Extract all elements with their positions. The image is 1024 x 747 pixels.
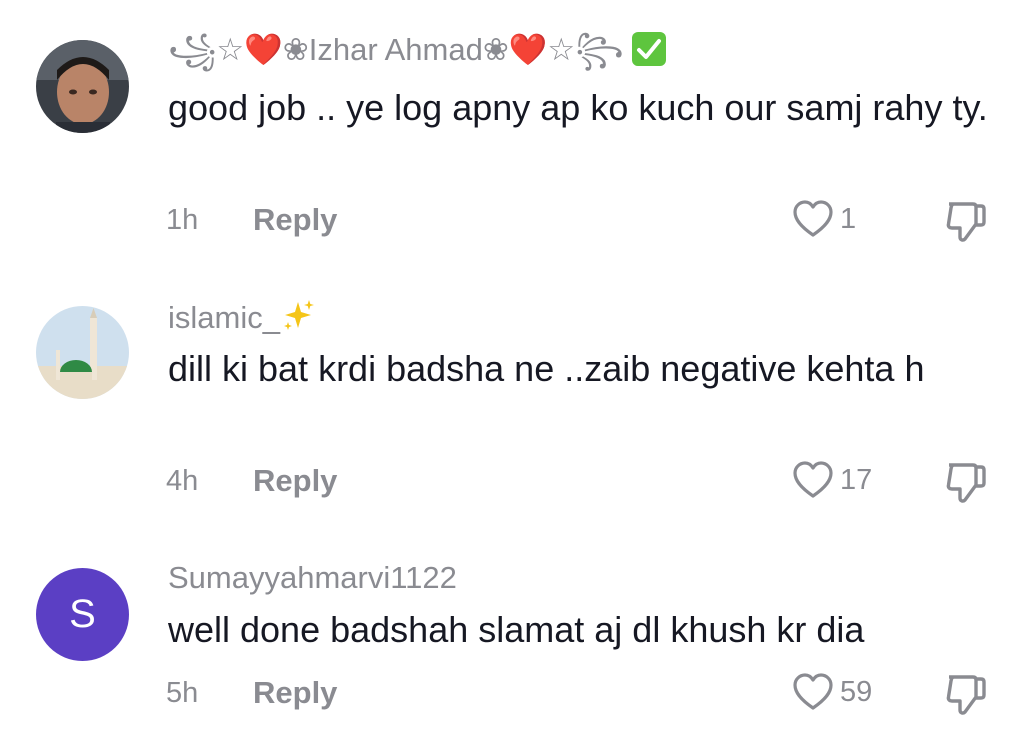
heart-outline-icon (793, 673, 833, 710)
username-text: ꧁☆❤️❀Izhar Ahmad❀❤️☆꧂ (168, 32, 624, 67)
avatar[interactable] (36, 40, 129, 133)
thumbs-down-icon (946, 463, 986, 503)
like-count: 59 (840, 676, 873, 708)
reply-button[interactable]: Reply (253, 463, 337, 499)
comment-time: 1h (166, 204, 199, 236)
comment-time: 5h (166, 677, 199, 709)
comment-time: 4h (166, 465, 199, 497)
like-button[interactable]: 59 (792, 672, 872, 712)
dislike-button[interactable] (943, 671, 989, 722)
thumbs-down-icon (946, 675, 986, 715)
comment-text: good job .. ye log apny ap ko kuch our s… (168, 87, 988, 128)
username[interactable]: islamic_ (168, 298, 316, 335)
avatar[interactable]: S (36, 568, 129, 661)
heart-outline-icon (793, 200, 833, 237)
heart-outline-icon (793, 461, 833, 498)
like-count: 1 (840, 203, 857, 235)
verified-check-icon (631, 32, 666, 66)
username-text: Sumayyahmarvi1122 (168, 560, 457, 595)
dislike-button[interactable] (943, 198, 989, 249)
reply-button[interactable]: Reply (253, 202, 337, 238)
like-button[interactable]: 17 (792, 460, 872, 500)
avatar[interactable] (36, 306, 129, 399)
username[interactable]: ꧁☆❤️❀Izhar Ahmad❀❤️☆꧂ (168, 32, 666, 68)
like-button[interactable]: 1 (792, 199, 856, 239)
username[interactable]: Sumayyahmarvi1122 (168, 560, 457, 596)
sparkles-icon (282, 298, 316, 340)
reply-button[interactable]: Reply (253, 675, 337, 711)
comment-text: well done badshah slamat aj dl khush kr … (168, 609, 865, 650)
avatar-letter: S (69, 592, 96, 636)
dislike-button[interactable] (943, 459, 989, 510)
like-count: 17 (840, 464, 873, 496)
comment-text: dill ki bat krdi badsha ne ..zaib negati… (168, 348, 925, 389)
username-text: islamic_ (168, 300, 280, 335)
thumbs-down-icon (946, 202, 986, 242)
